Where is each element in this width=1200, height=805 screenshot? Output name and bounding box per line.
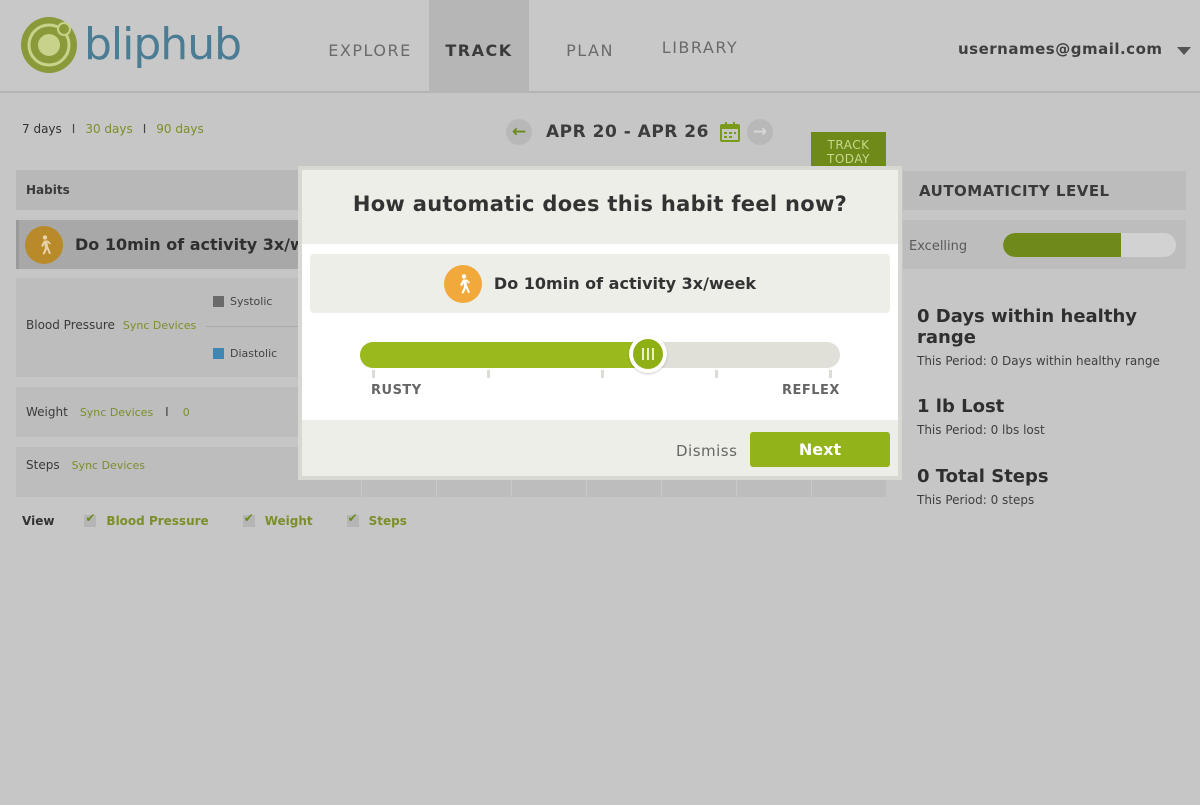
slider-tick xyxy=(601,370,604,378)
legend-diastolic: Diastolic xyxy=(213,347,277,360)
modal-habit-card: Do 10min of activity 3x/week xyxy=(310,254,890,313)
date-range: APR 20 - APR 26 xyxy=(546,122,709,142)
legend-label: Systolic xyxy=(230,295,273,308)
date-navigator: ← APR 20 - APR 26 → xyxy=(506,119,773,145)
view-label: View xyxy=(22,514,55,528)
walking-person-icon xyxy=(25,225,63,264)
track-today-line2: TODAY xyxy=(827,152,870,166)
legend-systolic: Systolic xyxy=(213,295,272,308)
view-weight-checkbox[interactable]: Weight xyxy=(242,511,313,528)
sync-devices-link[interactable]: Sync Devices xyxy=(72,459,145,472)
sync-devices-link[interactable]: Sync Devices xyxy=(80,406,153,419)
user-email: usernames@gmail.com xyxy=(958,40,1163,58)
legend-swatch xyxy=(213,296,224,307)
grip-icon xyxy=(633,339,663,369)
period-7-days[interactable]: 7 days xyxy=(22,122,62,136)
slider-tick xyxy=(829,370,832,378)
next-button[interactable]: Next xyxy=(750,432,890,467)
scale-max-label: REFLEX xyxy=(782,383,840,398)
automaticity-bar xyxy=(1003,233,1176,257)
arrow-left-icon[interactable]: ← xyxy=(506,119,532,145)
period-30-days[interactable]: 30 days xyxy=(85,122,132,136)
divider xyxy=(206,326,306,327)
checkbox-checked-icon[interactable] xyxy=(346,511,359,527)
view-options: View Blood Pressure Weight Steps xyxy=(22,511,441,528)
modal-habit-name: Do 10min of activity 3x/week xyxy=(493,274,757,293)
slider-fill xyxy=(360,342,648,368)
automaticity-row: Excelling xyxy=(903,220,1186,269)
weight-value: 0 xyxy=(182,406,190,419)
logo-text: bliphub xyxy=(84,19,242,70)
period-separator: I xyxy=(142,122,147,136)
modal-footer: Dismiss Next xyxy=(302,420,898,476)
modal-title: How automatic does this habit feel now? xyxy=(302,170,898,244)
checkbox-label: Weight xyxy=(264,514,313,528)
slider-tick xyxy=(715,370,718,378)
checkbox-label: Steps xyxy=(368,514,407,528)
period-90-days[interactable]: 90 days xyxy=(156,122,203,136)
legend-swatch xyxy=(213,348,224,359)
stat-weight-lost: 1 lb Lost This Period: 0 lbs lost xyxy=(917,396,1045,437)
top-header: bliphub EXPLORE TRACK PLAN LIBRARY usern… xyxy=(0,0,1200,93)
period-selector: 7 days I 30 days I 90 days xyxy=(22,122,204,136)
stat-title: 0 Days within healthy range xyxy=(917,306,1137,348)
slider-tick xyxy=(487,370,490,378)
automaticity-header: AUTOMATICITY LEVEL xyxy=(903,171,1186,210)
blood-pressure-text: Blood Pressure xyxy=(26,318,115,332)
slider-handle[interactable] xyxy=(629,335,667,373)
steps-label: Steps Sync Devices xyxy=(26,458,145,472)
stat-subtitle: This Period: 0 steps xyxy=(917,493,1035,507)
nav-plan[interactable]: PLAN xyxy=(540,0,640,93)
checkbox-checked-icon[interactable] xyxy=(84,511,97,527)
stat-subtitle: This Period: 0 Days within healthy range xyxy=(917,354,1160,368)
automaticity-slider[interactable] xyxy=(360,335,840,373)
sync-devices-link[interactable]: Sync Devices xyxy=(123,319,196,332)
view-blood-pressure-checkbox[interactable]: Blood Pressure xyxy=(84,511,209,528)
checkbox-label: Blood Pressure xyxy=(106,514,209,528)
weight-separator: I xyxy=(165,405,169,419)
view-steps-checkbox[interactable]: Steps xyxy=(346,511,407,528)
automaticity-level-label: Excelling xyxy=(909,239,968,254)
blood-pressure-label: Blood Pressure Sync Devices xyxy=(26,318,196,332)
arrow-right-icon[interactable]: → xyxy=(746,119,773,145)
weight-label: Weight Sync Devices I 0 xyxy=(26,405,190,419)
walking-person-icon xyxy=(443,264,482,303)
nav-track[interactable]: TRACK xyxy=(429,0,529,93)
calendar-icon[interactable] xyxy=(719,121,741,143)
chevron-down-icon[interactable] xyxy=(1176,47,1191,55)
scale-min-label: RUSTY xyxy=(371,383,422,398)
stat-healthy-range: 0 Days within healthy range This Period:… xyxy=(917,306,1200,368)
automaticity-bar-fill xyxy=(1003,233,1121,257)
checkbox-checked-icon[interactable] xyxy=(242,511,255,527)
legend-label: Diastolic xyxy=(230,347,278,360)
slider-tick xyxy=(372,370,375,378)
stat-total-steps: 0 Total Steps This Period: 0 steps xyxy=(917,466,1049,507)
automaticity-modal: How automatic does this habit feel now? … xyxy=(298,166,902,480)
weight-text: Weight xyxy=(26,405,68,419)
stat-title: 1 lb Lost xyxy=(917,396,1005,417)
stat-subtitle: This Period: 0 lbs lost xyxy=(917,423,1045,437)
track-today-line1: TRACK xyxy=(827,138,870,152)
dismiss-button[interactable]: Dismiss xyxy=(676,442,737,460)
nav-library[interactable]: LIBRARY xyxy=(650,0,750,93)
logo[interactable]: bliphub xyxy=(20,16,242,74)
nav-explore[interactable]: EXPLORE xyxy=(320,0,420,93)
stat-title: 0 Total Steps xyxy=(917,466,1049,487)
user-menu[interactable]: usernames@gmail.com xyxy=(958,40,1191,58)
logo-mark-icon xyxy=(21,17,77,73)
period-separator: I xyxy=(71,122,76,136)
steps-text: Steps xyxy=(26,458,60,472)
